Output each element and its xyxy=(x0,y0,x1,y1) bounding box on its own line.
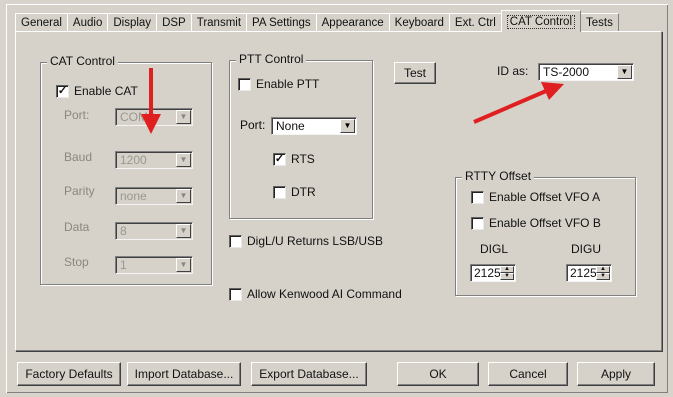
annotation-arrow-diagonal-icon xyxy=(473,82,564,124)
tab-cat-control[interactable]: CAT Control xyxy=(500,10,582,32)
tab-cat-control-label: CAT Control xyxy=(506,14,576,29)
annotation-arrows xyxy=(141,68,564,134)
annotation-arrow-down-icon xyxy=(141,68,161,134)
